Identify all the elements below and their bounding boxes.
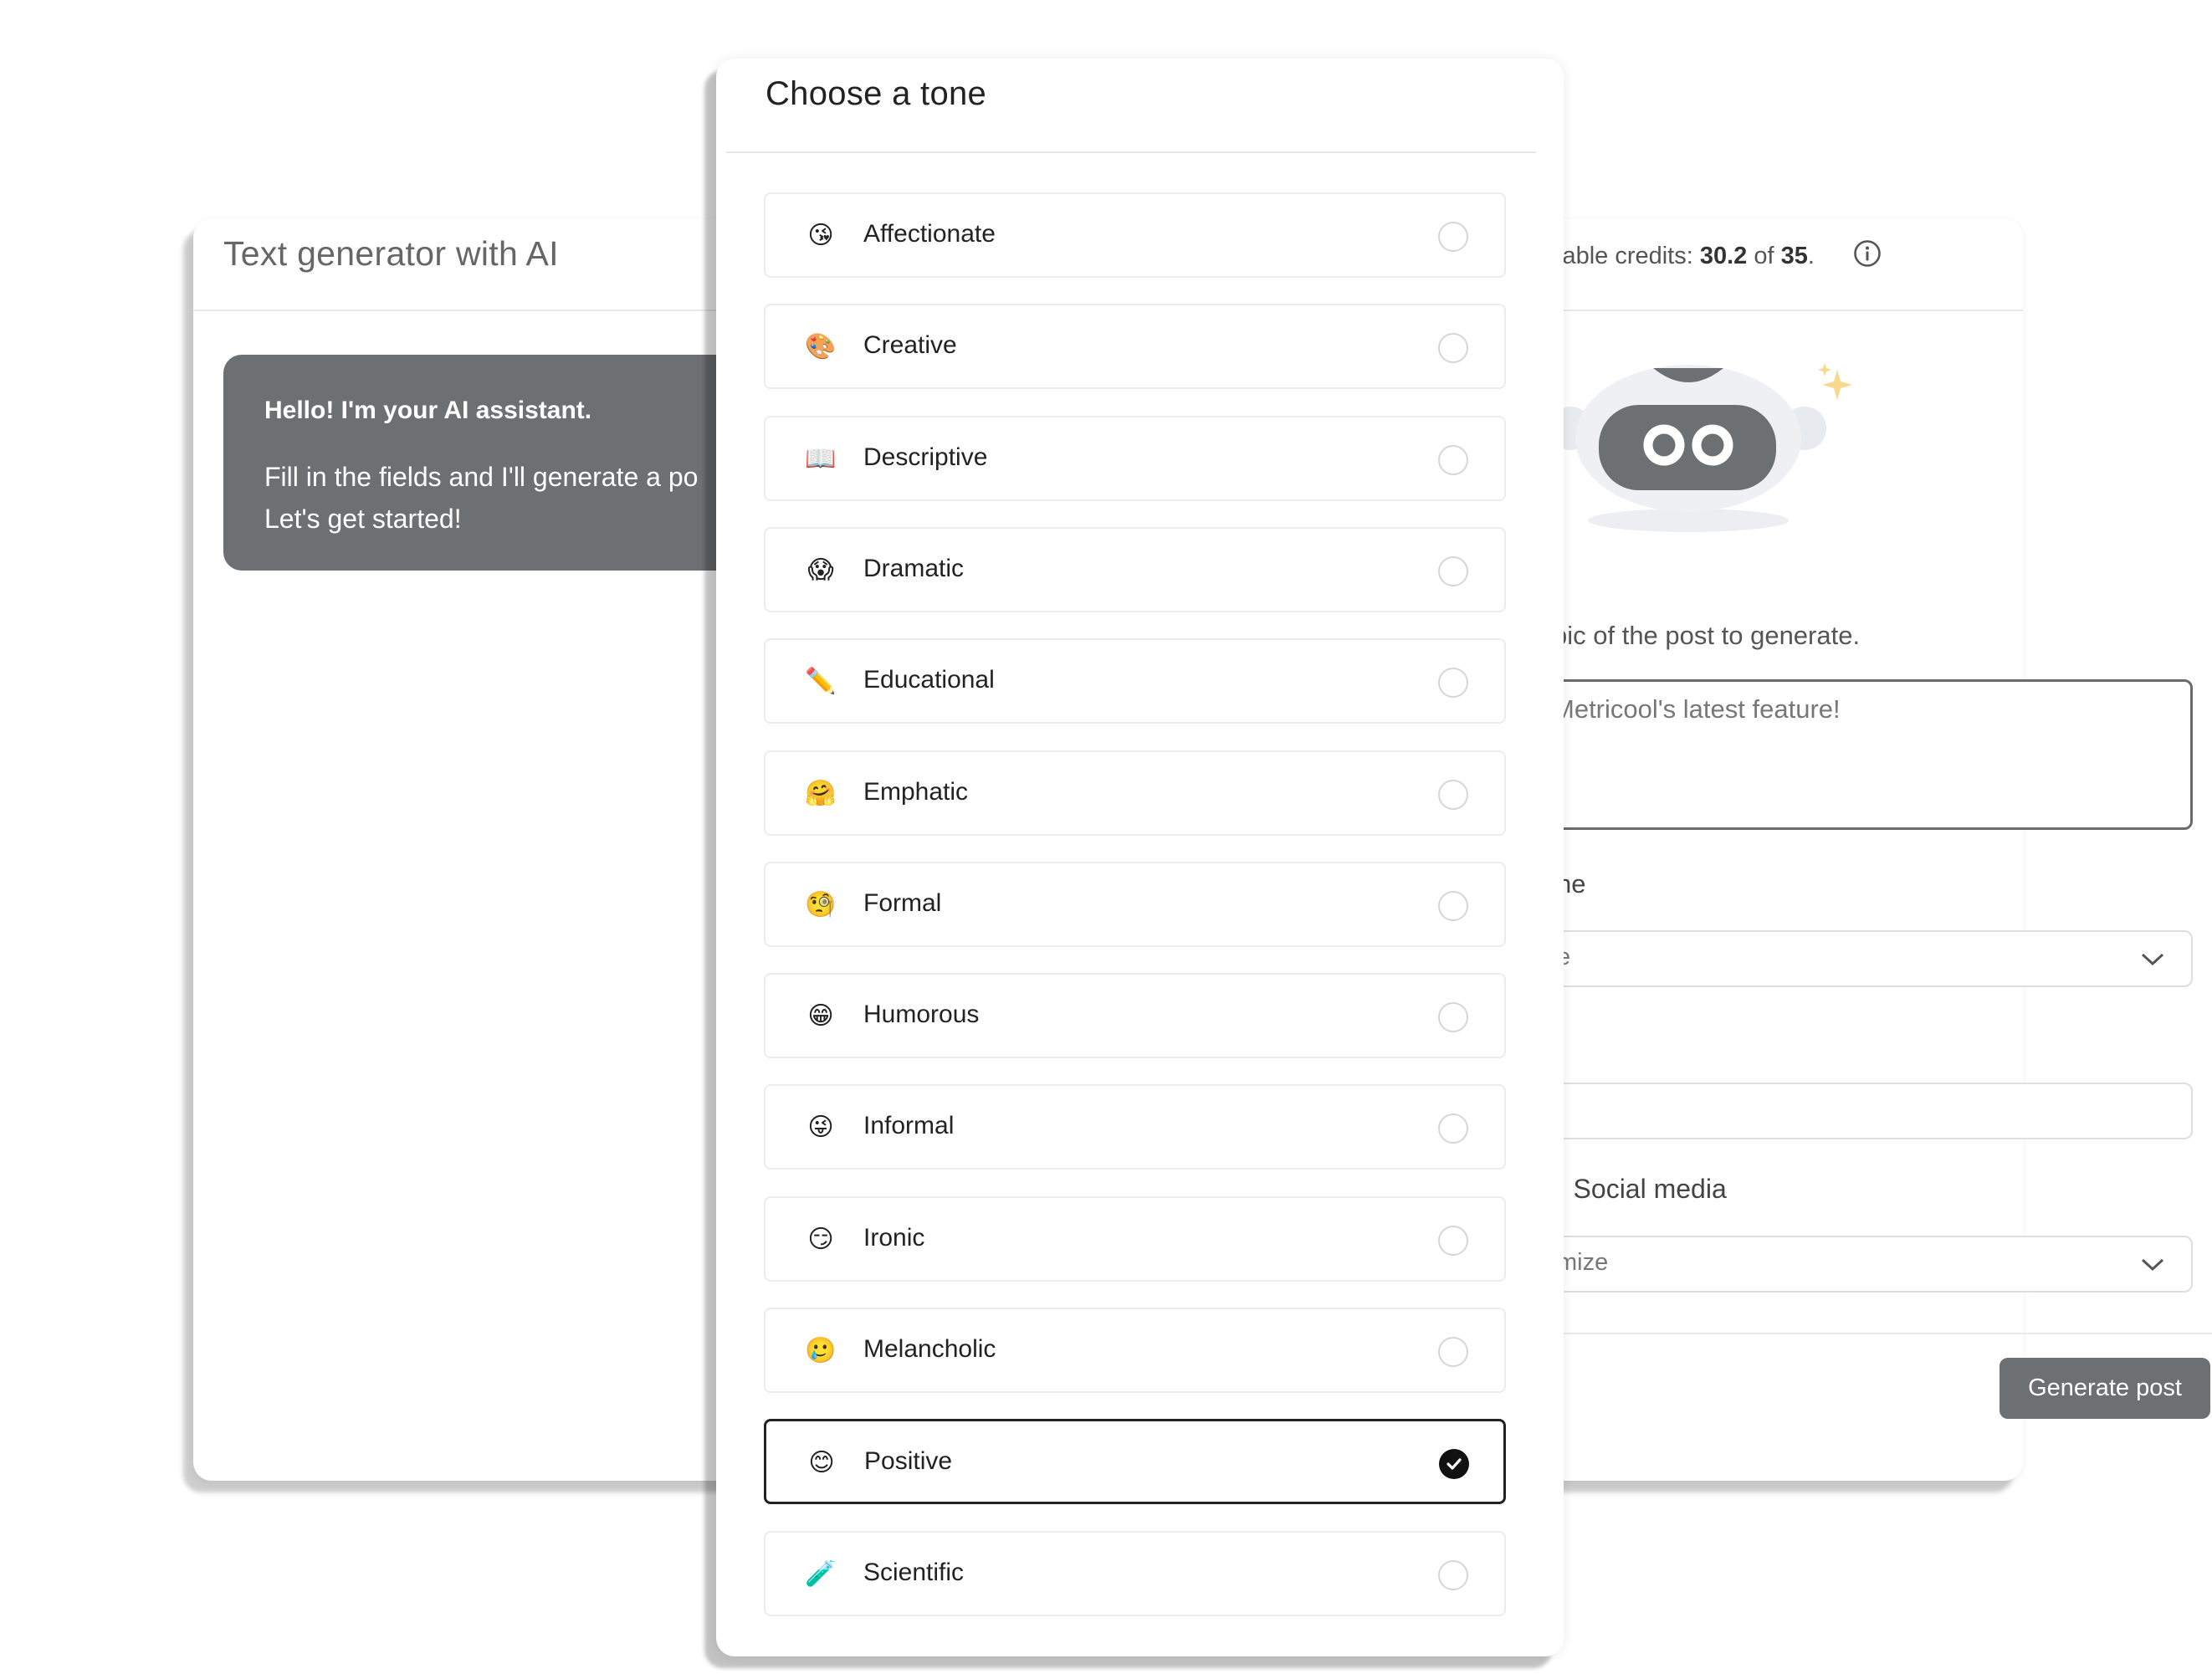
tone-option-label: Positive	[864, 1447, 953, 1475]
tone-option-label: Informal	[863, 1112, 955, 1139]
tone-select[interactable]	[1532, 930, 2193, 987]
radio-unchecked-icon[interactable]	[1438, 780, 1468, 810]
tone-emoji-icon: 🧐	[805, 890, 837, 919]
chevron-down-icon	[2141, 953, 2164, 966]
tone-option-affectionate[interactable]: 😘 Affectionate	[764, 192, 1506, 278]
tone-emoji-icon: 😱	[807, 555, 834, 585]
tone-emoji-icon: 📖	[805, 444, 837, 474]
modal-title: Choose a tone	[765, 75, 987, 112]
info-icon[interactable]	[1853, 239, 1882, 268]
radio-unchecked-icon[interactable]	[1438, 556, 1468, 586]
radio-unchecked-icon[interactable]	[1438, 1337, 1468, 1367]
tone-emoji-icon: ✏️	[805, 667, 837, 696]
tone-option-label: Educational	[863, 666, 995, 694]
tone-option-label: Melancholic	[863, 1335, 996, 1363]
tone-option-scientific[interactable]: 🧪 Scientific	[764, 1531, 1506, 1616]
page-title: Text generator with AI	[223, 234, 559, 273]
topic-input-value: Metricool's latest feature!	[1553, 694, 1841, 724]
tone-option-label: Ironic	[863, 1224, 925, 1252]
tone-option-label: Creative	[863, 331, 957, 359]
tone-option-label: Affectionate	[863, 220, 996, 248]
social-media-select[interactable]	[1532, 1236, 2193, 1293]
generate-post-button[interactable]: Generate post	[2000, 1358, 2210, 1419]
tone-option-informal[interactable]: 😜 Informal	[764, 1084, 1506, 1170]
radio-unchecked-icon[interactable]	[1438, 333, 1468, 363]
footer-divider	[1532, 1333, 2212, 1334]
tone-option-emphatic[interactable]: 🤗 Emphatic	[764, 750, 1506, 836]
tone-option-ironic[interactable]: 😏 Ironic	[764, 1196, 1506, 1282]
radio-checked-icon[interactable]	[1439, 1449, 1469, 1479]
text-input[interactable]	[1532, 1083, 2193, 1139]
tone-option-label: Descriptive	[863, 443, 988, 471]
robot-illustration-icon	[1532, 363, 1852, 532]
assistant-line-2: Let's get started!	[264, 504, 462, 534]
tone-option-label: Scientific	[863, 1559, 965, 1586]
modal-divider	[726, 151, 1536, 153]
radio-unchecked-icon[interactable]	[1438, 1113, 1468, 1144]
tone-emoji-icon: 😊	[808, 1448, 835, 1477]
assistant-line-1: Fill in the fields and I'll generate a p…	[264, 462, 699, 492]
tone-picker-modal: Choose a tone 😘 Affectionate 🎨 Creative 📖 Des…	[716, 59, 1564, 1656]
credits-total: 35	[1780, 243, 1808, 269]
tone-emoji-icon: 🤗	[805, 779, 837, 808]
radio-unchecked-icon[interactable]	[1438, 445, 1468, 475]
tone-option-educational[interactable]: ✏️ Educational	[764, 638, 1506, 724]
tone-option-label: Formal	[863, 889, 942, 917]
tone-option-label: Emphatic	[863, 778, 969, 806]
tone-option-label: Dramatic	[863, 555, 965, 582]
credits-text: lable credits: 30.2 of 35.	[1557, 243, 1815, 269]
radio-unchecked-icon[interactable]	[1438, 668, 1468, 698]
radio-unchecked-icon[interactable]	[1438, 222, 1468, 252]
tone-emoji-icon: 🧪	[805, 1559, 837, 1589]
topic-label: pic of the post to generate.	[1553, 621, 1861, 650]
credits-used: 30.2	[1699, 243, 1748, 269]
tone-option-label: Humorous	[863, 1001, 980, 1028]
tone-option-humorous[interactable]: 😁 Humorous	[764, 973, 1506, 1058]
radio-unchecked-icon[interactable]	[1438, 1002, 1468, 1032]
radio-unchecked-icon[interactable]	[1438, 1226, 1468, 1256]
social-media-label: · Social media	[1557, 1174, 1727, 1204]
tone-option-dramatic[interactable]: 😱 Dramatic	[764, 527, 1506, 612]
tone-option-creative[interactable]: 🎨 Creative	[764, 304, 1506, 389]
tone-emoji-icon: 😁	[807, 1001, 834, 1031]
tone-emoji-icon: 😘	[807, 221, 834, 250]
tone-option-positive[interactable]: 😊 Positive	[764, 1419, 1506, 1504]
tone-option-melancholic[interactable]: 🥲 Melancholic	[764, 1308, 1506, 1393]
tone-emoji-icon: 🥲	[805, 1336, 837, 1365]
social-media-select-value: mize	[1557, 1249, 1609, 1276]
tone-emoji-icon: 🎨	[805, 332, 837, 361]
tone-option-formal[interactable]: 🧐 Formal	[764, 862, 1506, 947]
tone-emoji-icon: 😜	[807, 1113, 834, 1142]
tone-option-descriptive[interactable]: 📖 Descriptive	[764, 416, 1506, 501]
chevron-down-icon	[2141, 1258, 2164, 1272]
radio-unchecked-icon[interactable]	[1438, 891, 1468, 921]
tone-emoji-icon: 😏	[807, 1225, 834, 1254]
assistant-greeting: Hello! I'm your AI assistant.	[264, 397, 592, 424]
radio-unchecked-icon[interactable]	[1438, 1560, 1468, 1590]
